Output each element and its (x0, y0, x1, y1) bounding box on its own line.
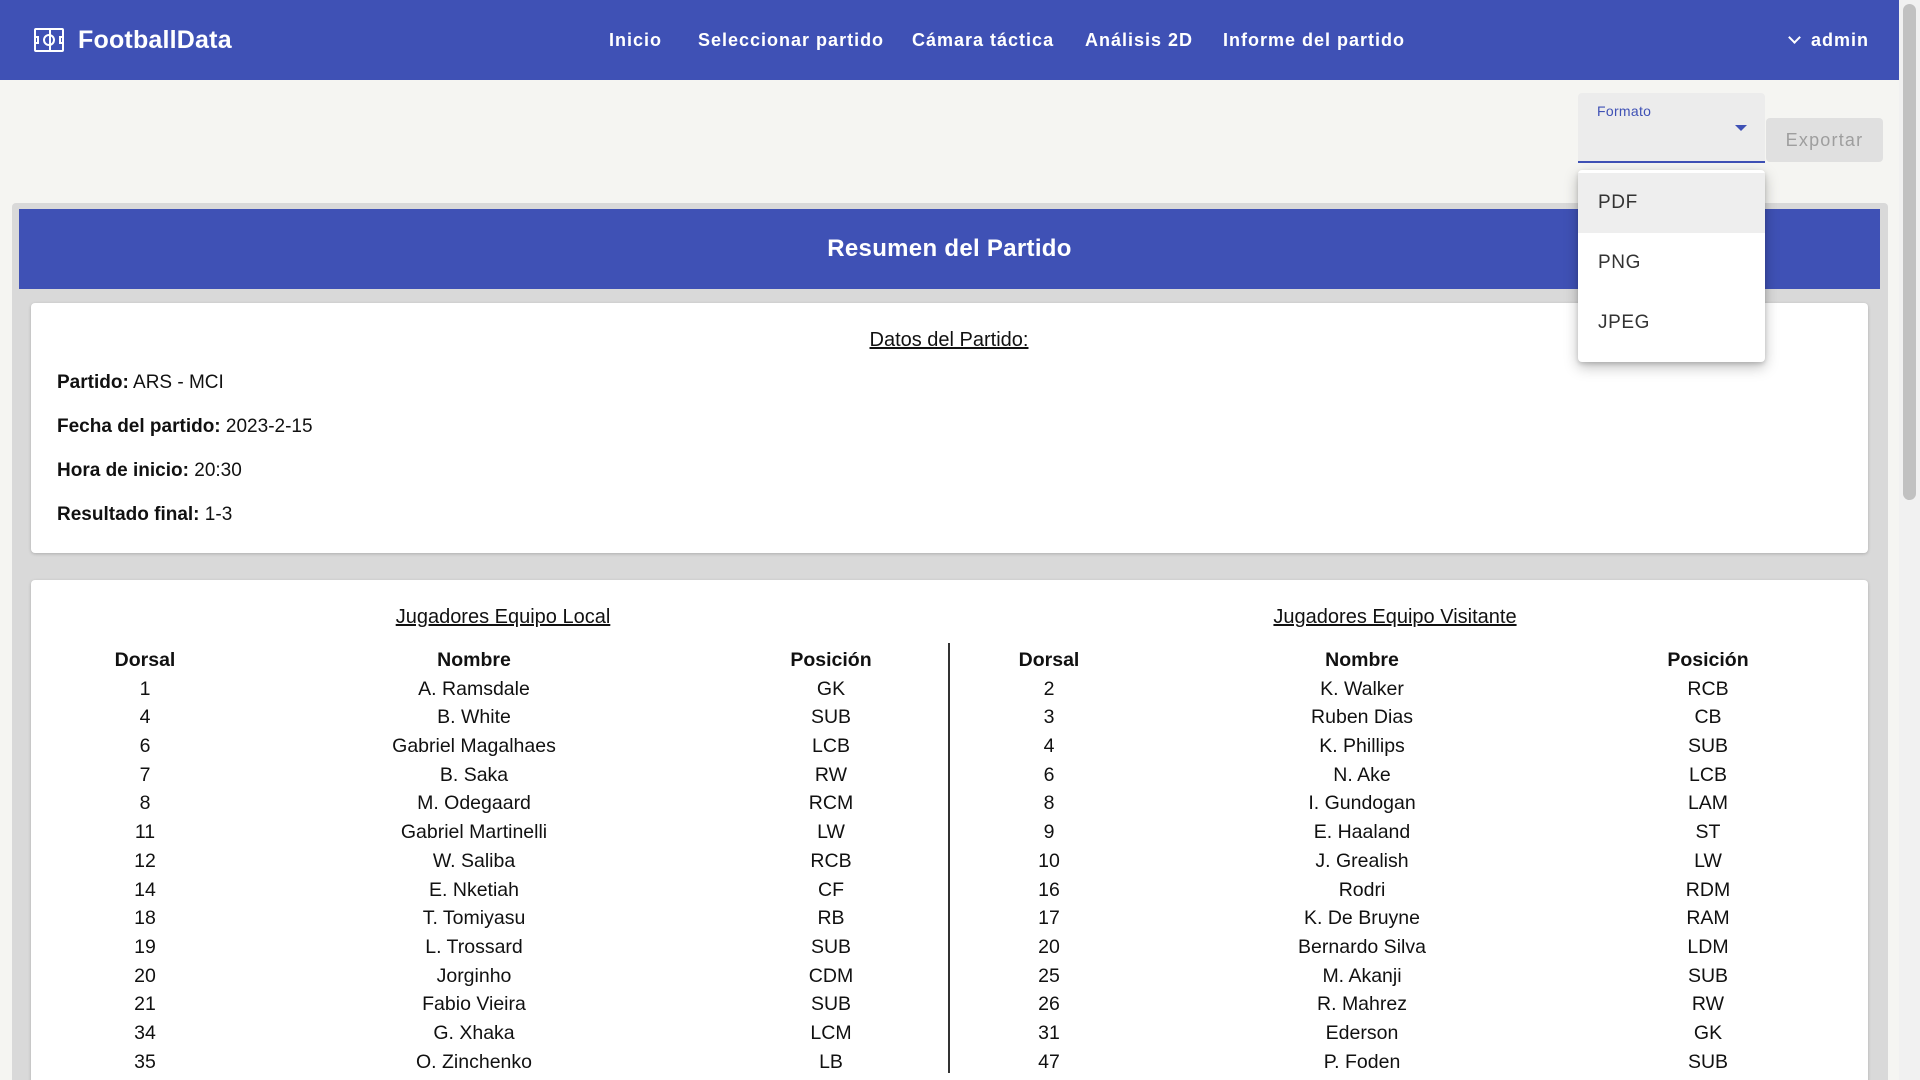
cell-nombre: Bernardo Silva (1298, 935, 1426, 958)
format-select[interactable]: Formato (1578, 93, 1765, 163)
cell-dorsal: 17 (1038, 907, 1060, 930)
user-name: admin (1810, 29, 1869, 50)
cell-posicion: RDM (1685, 878, 1731, 901)
cell-posicion: GK (1693, 1021, 1723, 1044)
cell-posicion: SUB (1687, 1050, 1729, 1073)
user-menu[interactable]: admin (1788, 0, 1869, 80)
cell-dorsal: 16 (1038, 878, 1060, 901)
cell-nombre: Ederson (1325, 1021, 1399, 1044)
cell-nombre: Ruben Dias (1311, 706, 1413, 729)
nav-seleccionar-partido[interactable]: Seleccionar partido (698, 0, 884, 80)
cell-posicion: RAM (1686, 907, 1730, 930)
table-row: 6 N. Ake LCB (31, 761, 1868, 790)
cell-dorsal: 20 (1038, 935, 1060, 958)
table-row: 2 K. Walker RCB (31, 675, 1868, 704)
nav-inicio[interactable]: Inicio (609, 0, 662, 80)
match-data-title: Datos del Partido: (869, 329, 1029, 351)
scrollbar[interactable] (1899, 0, 1920, 1080)
scrollbar-thumb[interactable] (1903, 4, 1916, 500)
info-hora: Hora de inicio: 20:30 (57, 460, 242, 481)
cell-dorsal: 3 (1043, 706, 1055, 729)
players-card: Jugadores Equipo Local Jugadores Equipo … (31, 580, 1868, 1080)
cell-posicion: SUB (1687, 735, 1729, 758)
cell-nombre: Rodri (1338, 878, 1386, 901)
cell-nombre: M. Akanji (1322, 964, 1402, 987)
top-navbar: FootballData Inicio Seleccionar partido … (0, 0, 1899, 80)
info-resultado: Resultado final: 1-3 (57, 504, 233, 525)
table-row: 9 E. Haaland ST (31, 818, 1868, 847)
cell-posicion: CB (1694, 706, 1722, 729)
table-row: 25 M. Akanji SUB (31, 962, 1868, 991)
dropdown-arrow-icon (1735, 125, 1747, 131)
cell-dorsal: 4 (1043, 735, 1055, 758)
cell-dorsal: 26 (1038, 993, 1060, 1016)
cell-posicion: LCB (1689, 763, 1727, 786)
cell-nombre: N. Ake (1333, 763, 1391, 786)
cell-dorsal: 9 (1043, 821, 1055, 844)
format-option-png[interactable]: PNG (1578, 233, 1765, 293)
football-pitch-icon (34, 28, 64, 52)
table-row: 31 Ederson GK (31, 1019, 1868, 1048)
brand-name: FootballData (78, 25, 232, 54)
cell-dorsal: 10 (1038, 849, 1060, 872)
cell-nombre: P. Foden (1323, 1050, 1401, 1073)
column-header-nombre: Nombre (1325, 649, 1399, 671)
cell-nombre: R. Mahrez (1317, 993, 1407, 1016)
cell-nombre: E. Haaland (1313, 821, 1411, 844)
away-players-table: Dorsal Nombre Posición 2 K. Walker RCB 3 Ruben … (31, 646, 1868, 1076)
cell-nombre: K. De Bruyne (1304, 907, 1420, 930)
cell-posicion: ST (1695, 821, 1721, 844)
brand[interactable]: FootballData (34, 0, 232, 80)
cell-posicion: LW (1694, 849, 1722, 872)
cell-posicion: RCB (1687, 677, 1729, 700)
cell-nombre: K. Phillips (1319, 735, 1405, 758)
cell-dorsal: 6 (1043, 763, 1055, 786)
cell-posicion: SUB (1687, 964, 1729, 987)
info-fecha: Fecha del partido: 2023-2-15 (57, 416, 313, 437)
table-header: Dorsal Nombre Posición (31, 646, 1868, 675)
table-row: 4 K. Phillips SUB (31, 732, 1868, 761)
cell-posicion: LDM (1687, 935, 1729, 958)
cell-dorsal: 8 (1043, 792, 1055, 815)
table-row: 3 Ruben Dias CB (31, 703, 1868, 732)
nav-camara-tactica[interactable]: Cámara táctica (912, 0, 1054, 80)
nav-analisis-2d[interactable]: Análisis 2D (1085, 0, 1193, 80)
table-row: 8 I. Gundogan LAM (31, 789, 1868, 818)
info-partido: Partido: ARS - MCI (57, 372, 224, 393)
local-team-title: Jugadores Equipo Local (395, 606, 611, 628)
chevron-down-icon (1788, 30, 1801, 44)
away-team-title: Jugadores Equipo Visitante (1273, 606, 1517, 628)
table-row: 26 R. Mahrez RW (31, 990, 1868, 1019)
column-header-posicion: Posición (1667, 649, 1749, 671)
cell-nombre: K. Walker (1320, 677, 1404, 700)
nav-informe-del-partido[interactable]: Informe del partido (1223, 0, 1405, 80)
cell-posicion: LAM (1687, 792, 1729, 815)
cell-dorsal: 25 (1038, 964, 1060, 987)
export-button[interactable]: Exportar (1766, 118, 1883, 162)
column-header-dorsal: Dorsal (1018, 649, 1080, 671)
table-row: 16 Rodri RDM (31, 876, 1868, 905)
cell-posicion: RW (1691, 993, 1725, 1016)
cell-dorsal: 31 (1038, 1021, 1060, 1044)
table-row: 47 P. Foden SUB (31, 1048, 1868, 1077)
format-option-pdf[interactable]: PDF (1578, 173, 1765, 233)
table-row: 20 Bernardo Silva LDM (31, 933, 1868, 962)
cell-nombre: J. Grealish (1315, 849, 1409, 872)
cell-dorsal: 2 (1043, 677, 1055, 700)
format-select-label: Formato (1597, 103, 1652, 119)
cell-nombre: I. Gundogan (1308, 792, 1416, 815)
format-dropdown-menu: PDF PNG JPEG (1578, 170, 1765, 362)
format-option-jpeg[interactable]: JPEG (1578, 293, 1765, 353)
table-row: 17 K. De Bruyne RAM (31, 904, 1868, 933)
cell-dorsal: 47 (1038, 1050, 1060, 1073)
table-row: 10 J. Grealish LW (31, 847, 1868, 876)
